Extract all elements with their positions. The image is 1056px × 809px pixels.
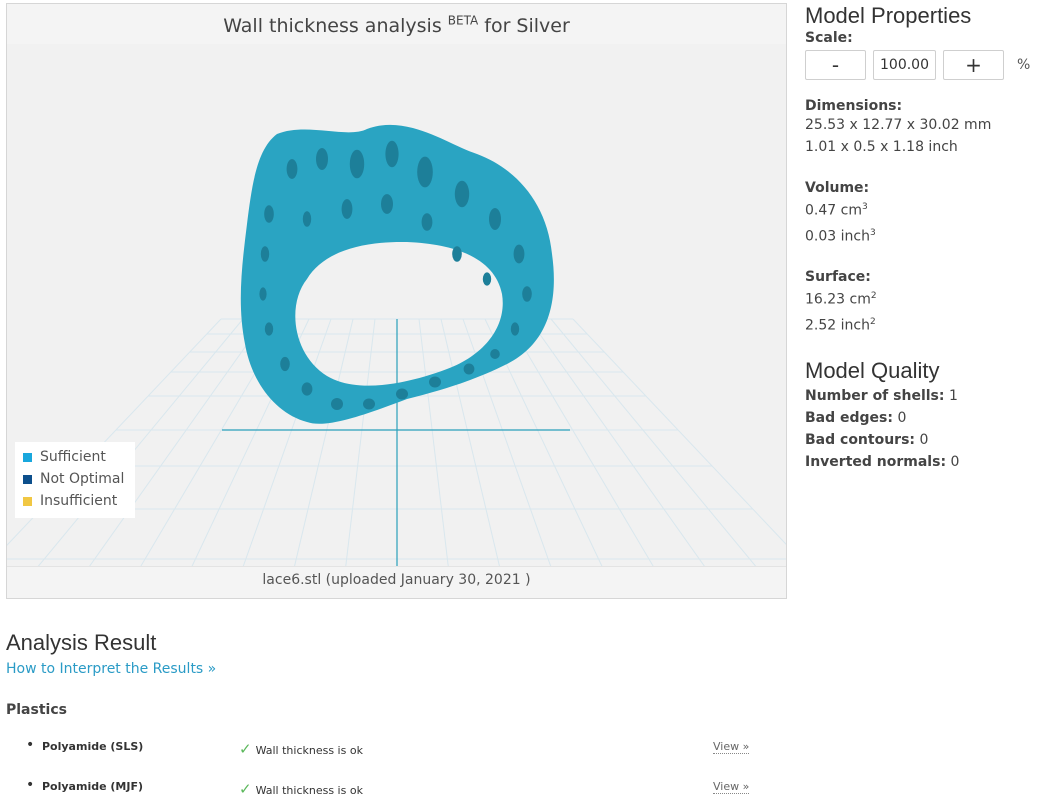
not-optimal-swatch	[23, 474, 32, 484]
legend-item-not-optimal: Not Optimal	[23, 468, 135, 490]
title-tail: for Silver	[484, 15, 570, 37]
scale-control: - + %	[805, 50, 1045, 80]
surface-cm: 16.23 cm2	[805, 291, 877, 308]
color-legend: Sufficient Not Optimal Insufficient	[15, 442, 135, 518]
bullet-icon: •	[26, 737, 35, 753]
check-icon: ✓	[239, 780, 252, 798]
analysis-result: Analysis Result How to Interpret the Res…	[6, 628, 1046, 808]
scale-label: Scale:	[805, 30, 853, 46]
scale-decrease-button[interactable]: -	[805, 50, 866, 80]
volume-cm: 0.47 cm3	[805, 202, 868, 219]
material-name: Polyamide (SLS)	[42, 740, 144, 753]
beta-badge: BETA	[447, 13, 479, 28]
surface-label: Surface:	[805, 269, 871, 286]
legend-label: Sufficient	[40, 449, 106, 465]
plastics-heading: Plastics	[6, 702, 67, 718]
quality-inverted-normals: Inverted normals: 0	[805, 453, 960, 470]
view-link[interactable]: View »	[713, 740, 750, 754]
surface-inch: 2.52 inch2	[805, 316, 876, 334]
legend-label: Insufficient	[40, 493, 118, 509]
insufficient-swatch	[23, 496, 32, 506]
status: ✓ Wall thickness is ok	[239, 740, 363, 758]
quality-bad-contours: Bad contours: 0	[805, 431, 929, 448]
viewer-title: Wall thickness analysis BETA for Silver	[7, 4, 786, 44]
properties-heading: Model Properties	[805, 3, 972, 28]
sufficient-swatch	[23, 452, 32, 462]
legend-item-sufficient: Sufficient	[23, 446, 135, 468]
quality-heading: Model Quality	[805, 357, 940, 383]
list-item: • Polyamide (SLS) ✓ Wall thickness is ok …	[6, 728, 1046, 768]
legend-label: Not Optimal	[40, 471, 125, 487]
volume-label: Volume:	[805, 180, 870, 196]
scale-input[interactable]	[873, 50, 936, 80]
model-viewer[interactable]: Wall thickness analysis BETA for Silver …	[6, 3, 787, 599]
list-item: • Polyamide (MJF) ✓ Wall thickness is ok …	[6, 768, 1046, 808]
view-link[interactable]: View »	[713, 780, 750, 794]
scale-increase-button[interactable]: +	[943, 50, 1004, 80]
dimensions-mm: 25.53 x 12.77 x 30.02 mm	[805, 117, 992, 133]
analysis-heading: Analysis Result	[6, 630, 157, 655]
quality-shells: Number of shells: 1	[805, 387, 958, 404]
volume-inch: 0.03 inch3	[805, 227, 876, 245]
check-icon: ✓	[239, 740, 252, 758]
interpret-results-link[interactable]: How to Interpret the Results »	[6, 658, 216, 680]
material-name: Polyamide (MJF)	[42, 780, 143, 793]
quality-bad-edges: Bad edges: 0	[805, 409, 907, 426]
legend-item-insufficient: Insufficient	[23, 490, 135, 512]
file-info: lace6.stl (uploaded January 30, 2021 )	[7, 566, 786, 598]
dimensions-inch: 1.01 x 0.5 x 1.18 inch	[805, 139, 958, 155]
bullet-icon: •	[26, 777, 35, 793]
title-main: Wall thickness analysis	[223, 15, 442, 37]
status: ✓ Wall thickness is ok	[239, 780, 363, 798]
dimensions-label: Dimensions:	[805, 98, 903, 114]
scale-unit: %	[1017, 57, 1031, 73]
model-properties-panel: Model Properties Scale: - + % Dimensions…	[805, 2, 1045, 473]
